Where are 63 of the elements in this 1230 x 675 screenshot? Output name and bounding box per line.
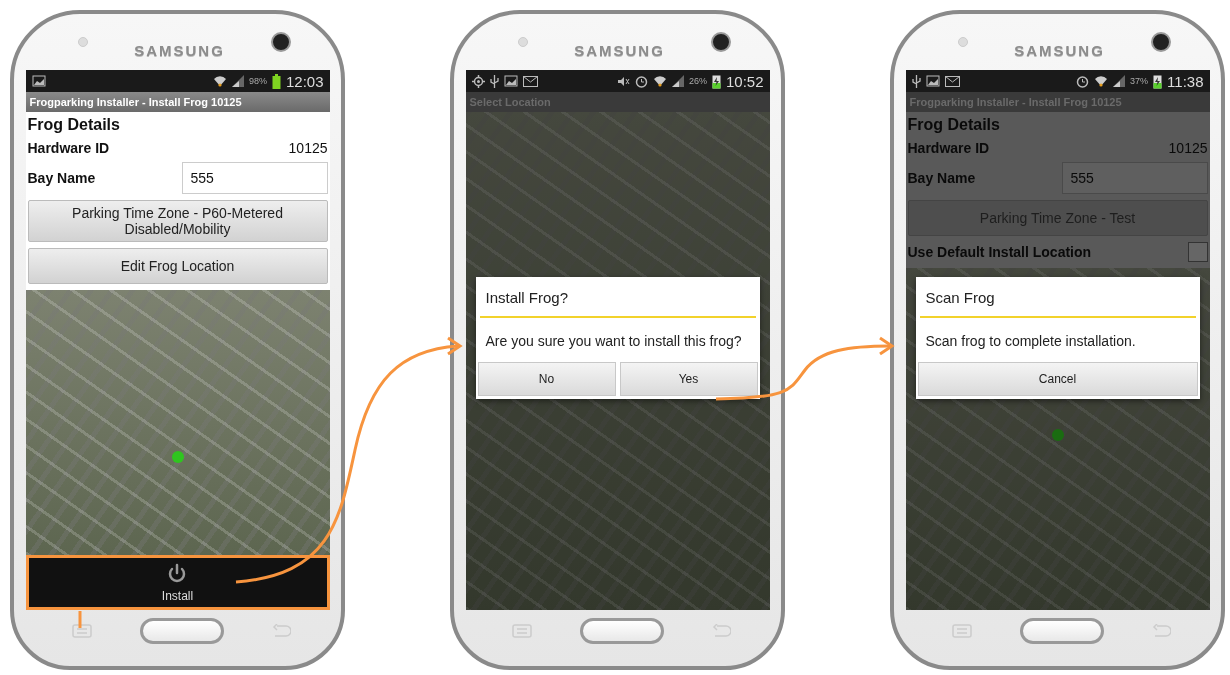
back-key-icon [711, 624, 731, 638]
battery-percentage: 98% [248, 76, 267, 86]
home-button[interactable] [139, 618, 224, 644]
action-button[interactable]: Edit Frog Location [27, 248, 328, 284]
dialog-button[interactable]: No [477, 362, 616, 397]
dialog-button[interactable]: Cancel [917, 362, 1198, 397]
brand-logo: SAMSUNG [134, 41, 225, 59]
image-icon [925, 75, 940, 87]
camera-lens [711, 32, 731, 52]
dialog-title: Scan Frog [924, 288, 996, 308]
field-label: Hardware ID [27, 140, 110, 156]
menu-key-icon [512, 624, 532, 638]
signal-icon [1113, 75, 1126, 87]
wifi-icon [212, 75, 227, 87]
clock: 10:52 [725, 72, 764, 90]
dialog-title: Install Frog? [484, 288, 570, 308]
home-button[interactable] [1019, 618, 1104, 644]
wifi-icon [652, 75, 667, 87]
field-label: Bay Name [907, 170, 976, 186]
sensor-dot [78, 37, 88, 47]
camera-lens [271, 32, 291, 52]
crosshair-icon [471, 74, 485, 88]
dialog-message: Are you sure you want to install this frog? [484, 332, 743, 351]
clock: 11:38 [1167, 72, 1204, 90]
battery-percentage: 26% [688, 76, 707, 86]
back-key-icon [271, 624, 291, 638]
back-key-icon [1151, 624, 1171, 638]
brand-logo: SAMSUNG [574, 41, 665, 59]
section-heading: Frog Details [27, 116, 121, 134]
signal-icon [671, 75, 684, 87]
install-button[interactable]: Install [151, 560, 204, 605]
menu-key-icon [952, 624, 972, 638]
battery-percentage: 37% [1130, 76, 1149, 86]
menu-key-icon [72, 624, 92, 638]
action-button[interactable]: Parking Time Zone - P60-Metered Disabled/Mobility [27, 200, 328, 242]
field-label: Bay Name [27, 170, 96, 186]
signal-icon [231, 75, 244, 87]
usb-icon [489, 74, 499, 88]
app-title-bar: Frogparking Installer - Install Frog 10125 [25, 92, 330, 112]
envelope-icon [944, 75, 960, 87]
image-icon [503, 75, 518, 87]
home-button[interactable] [579, 618, 664, 644]
image-icon [31, 75, 46, 87]
section-heading: Frog Details [907, 116, 1001, 134]
clock: 12:03 [285, 72, 324, 90]
sensor-dot [518, 37, 528, 47]
text-input-field[interactable]: 555 [181, 162, 328, 194]
dialog-message: Scan frog to complete installation. [924, 332, 1137, 351]
alarm-clock-icon [1076, 74, 1090, 88]
sensor-dot [958, 37, 968, 47]
brand-logo: SAMSUNG [1014, 41, 1105, 59]
field-label: Hardware ID [907, 140, 990, 156]
alarm-clock-icon [634, 74, 648, 88]
wifi-icon [1094, 75, 1109, 87]
dialog-button[interactable]: Yes [619, 362, 758, 397]
muted-speaker-icon [616, 75, 630, 87]
usb-icon [911, 74, 921, 88]
checkbox-label: Use Default Install Location [907, 244, 1092, 260]
camera-lens [1151, 32, 1171, 52]
envelope-icon [522, 75, 538, 87]
field-value: 10125 [1168, 140, 1208, 156]
field-value: 10125 [288, 140, 328, 156]
checkbox[interactable] [1187, 242, 1208, 262]
